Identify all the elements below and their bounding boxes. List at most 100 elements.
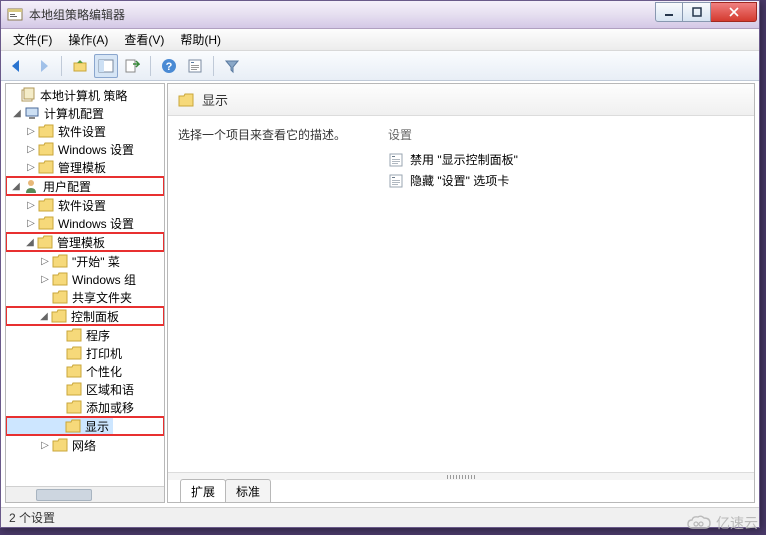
tree-label: 管理模板 [58,159,106,176]
tree-item[interactable]: ▷共享文件夹 [6,288,164,306]
expand-icon[interactable]: ▷ [38,256,52,267]
minimize-button[interactable] [655,2,683,22]
tree-item[interactable]: ▷ "开始" 菜 [6,252,164,270]
main-split: ▷ 本地计算机 策略 ◢ 计算机配置 ▷ 软件设置 ▷ Windows 设置 ▷ 管理… [1,81,759,505]
folder-icon [51,309,67,323]
tab-standard[interactable]: 标准 [225,479,271,502]
tree-label: 控制面板 [71,308,119,325]
policy-icon [20,87,36,103]
export-button[interactable] [120,54,144,78]
folder-icon [66,382,82,396]
folder-icon [38,216,54,230]
tree-control-panel[interactable]: ◢ 控制面板 [7,308,123,324]
tree-label: "开始" 菜 [72,253,120,270]
folder-icon [65,419,81,433]
tree-label: Windows 设置 [58,141,134,158]
tree-hscroll[interactable] [6,486,164,502]
tree-label: 显示 [85,418,109,435]
tree-item[interactable]: ▷ 软件设置 [6,122,164,140]
help-button[interactable]: ? [157,54,181,78]
tree-item[interactable]: ▷ 管理模板 [6,158,164,176]
tree-label: 软件设置 [58,123,106,140]
tree-computer-config[interactable]: ◢ 计算机配置 [6,104,164,122]
expand-icon[interactable]: ◢ [37,311,51,322]
status-text: 2 个设置 [9,509,55,526]
close-button[interactable] [711,2,757,22]
expand-icon[interactable]: ▷ [24,200,38,211]
expand-icon[interactable]: ◢ [23,237,37,248]
folder-icon [38,124,54,138]
tree-label: 本地计算机 策略 [40,87,127,104]
folder-icon [66,364,82,378]
tree-item[interactable]: ▷ 网络 [6,436,164,454]
tree-label: Windows 组 [72,271,136,288]
tree-item[interactable]: ▷程序 [6,326,164,344]
expand-icon[interactable]: ▷ [38,440,52,451]
window-buttons [655,2,757,22]
titlebar[interactable]: 本地组策略编辑器 [1,1,759,29]
menu-help[interactable]: 帮助(H) [172,29,229,50]
expand-icon[interactable]: ▷ [24,162,38,173]
tree-pane: ▷ 本地计算机 策略 ◢ 计算机配置 ▷ 软件设置 ▷ Windows 设置 ▷ 管理… [5,83,165,503]
status-bar: 2 个设置 [1,507,759,527]
setting-label: 禁用 "显示控制面板" [410,151,518,168]
expand-icon[interactable]: ◢ [9,181,23,192]
expand-icon[interactable]: ◢ [10,108,24,119]
expand-icon[interactable]: ▷ [38,274,52,285]
details-pane: 显示 选择一个项目来查看它的描述。 设置 禁用 "显示控制面板" 隐藏 "设置"… [167,83,755,503]
menubar: 文件(F) 操作(A) 查看(V) 帮助(H) [1,29,759,51]
filter-button[interactable] [220,54,244,78]
show-tree-button[interactable] [94,54,118,78]
folder-icon [38,198,54,212]
description-column: 选择一个项目来查看它的描述。 [168,116,378,472]
tree-label: 用户配置 [43,178,91,195]
tree-admin-templates[interactable]: ◢ 管理模板 [7,234,109,250]
folder-icon [66,400,82,414]
menu-view[interactable]: 查看(V) [116,29,172,50]
tree-label: 网络 [72,437,96,454]
setting-row[interactable]: 隐藏 "设置" 选项卡 [378,170,754,191]
user-icon [23,178,39,194]
folder-icon [38,142,54,156]
maximize-button[interactable] [683,2,711,22]
folder-icon [178,93,194,107]
tree-item[interactable]: ▷添加或移 [6,398,164,416]
tab-extended[interactable]: 扩展 [180,479,226,502]
tree-item[interactable]: ▷区域和语 [6,380,164,398]
menu-file[interactable]: 文件(F) [5,29,60,50]
details-body: 选择一个项目来查看它的描述。 设置 禁用 "显示控制面板" 隐藏 "设置" 选项… [168,116,754,472]
tree-item[interactable]: ▷ 软件设置 [6,196,164,214]
scrollbar-thumb[interactable] [36,489,92,501]
expand-icon[interactable]: ▷ [24,126,38,137]
tree-item[interactable]: ▷ Windows 设置 [6,140,164,158]
tree-item[interactable]: ▷打印机 [6,344,164,362]
tree-display[interactable]: ▷显示 [7,418,113,434]
column-header-settings[interactable]: 设置 [378,122,754,149]
tree-label: 软件设置 [58,197,106,214]
back-button[interactable] [5,54,29,78]
window-frame: 本地组策略编辑器 文件(F) 操作(A) 查看(V) 帮助(H) ? [0,0,760,528]
properties-button[interactable] [183,54,207,78]
tree-label: 区域和语 [86,381,134,398]
toolbar: ? [1,51,759,81]
tree-item[interactable]: ▷个性化 [6,362,164,380]
tree-root[interactable]: ▷ 本地计算机 策略 [6,86,164,104]
tree-label: 共享文件夹 [72,289,132,306]
up-button[interactable] [68,54,92,78]
folder-icon [52,254,68,268]
expand-icon[interactable]: ▷ [24,144,38,155]
tree-label: Windows 设置 [58,215,134,232]
tree-label: 管理模板 [57,234,105,251]
expand-icon[interactable]: ▷ [24,218,38,229]
tree-label: 计算机配置 [44,105,104,122]
description-prompt: 选择一个项目来查看它的描述。 [178,126,368,143]
tree-user-config[interactable]: ◢ 用户配置 [7,178,95,194]
menu-action[interactable]: 操作(A) [60,29,116,50]
setting-row[interactable]: 禁用 "显示控制面板" [378,149,754,170]
tree-item[interactable]: ▷ Windows 设置 [6,214,164,232]
folder-icon [66,328,82,342]
tree-label: 程序 [86,327,110,344]
forward-button[interactable] [31,54,55,78]
folder-icon [52,290,68,304]
tree-item[interactable]: ▷ Windows 组 [6,270,164,288]
